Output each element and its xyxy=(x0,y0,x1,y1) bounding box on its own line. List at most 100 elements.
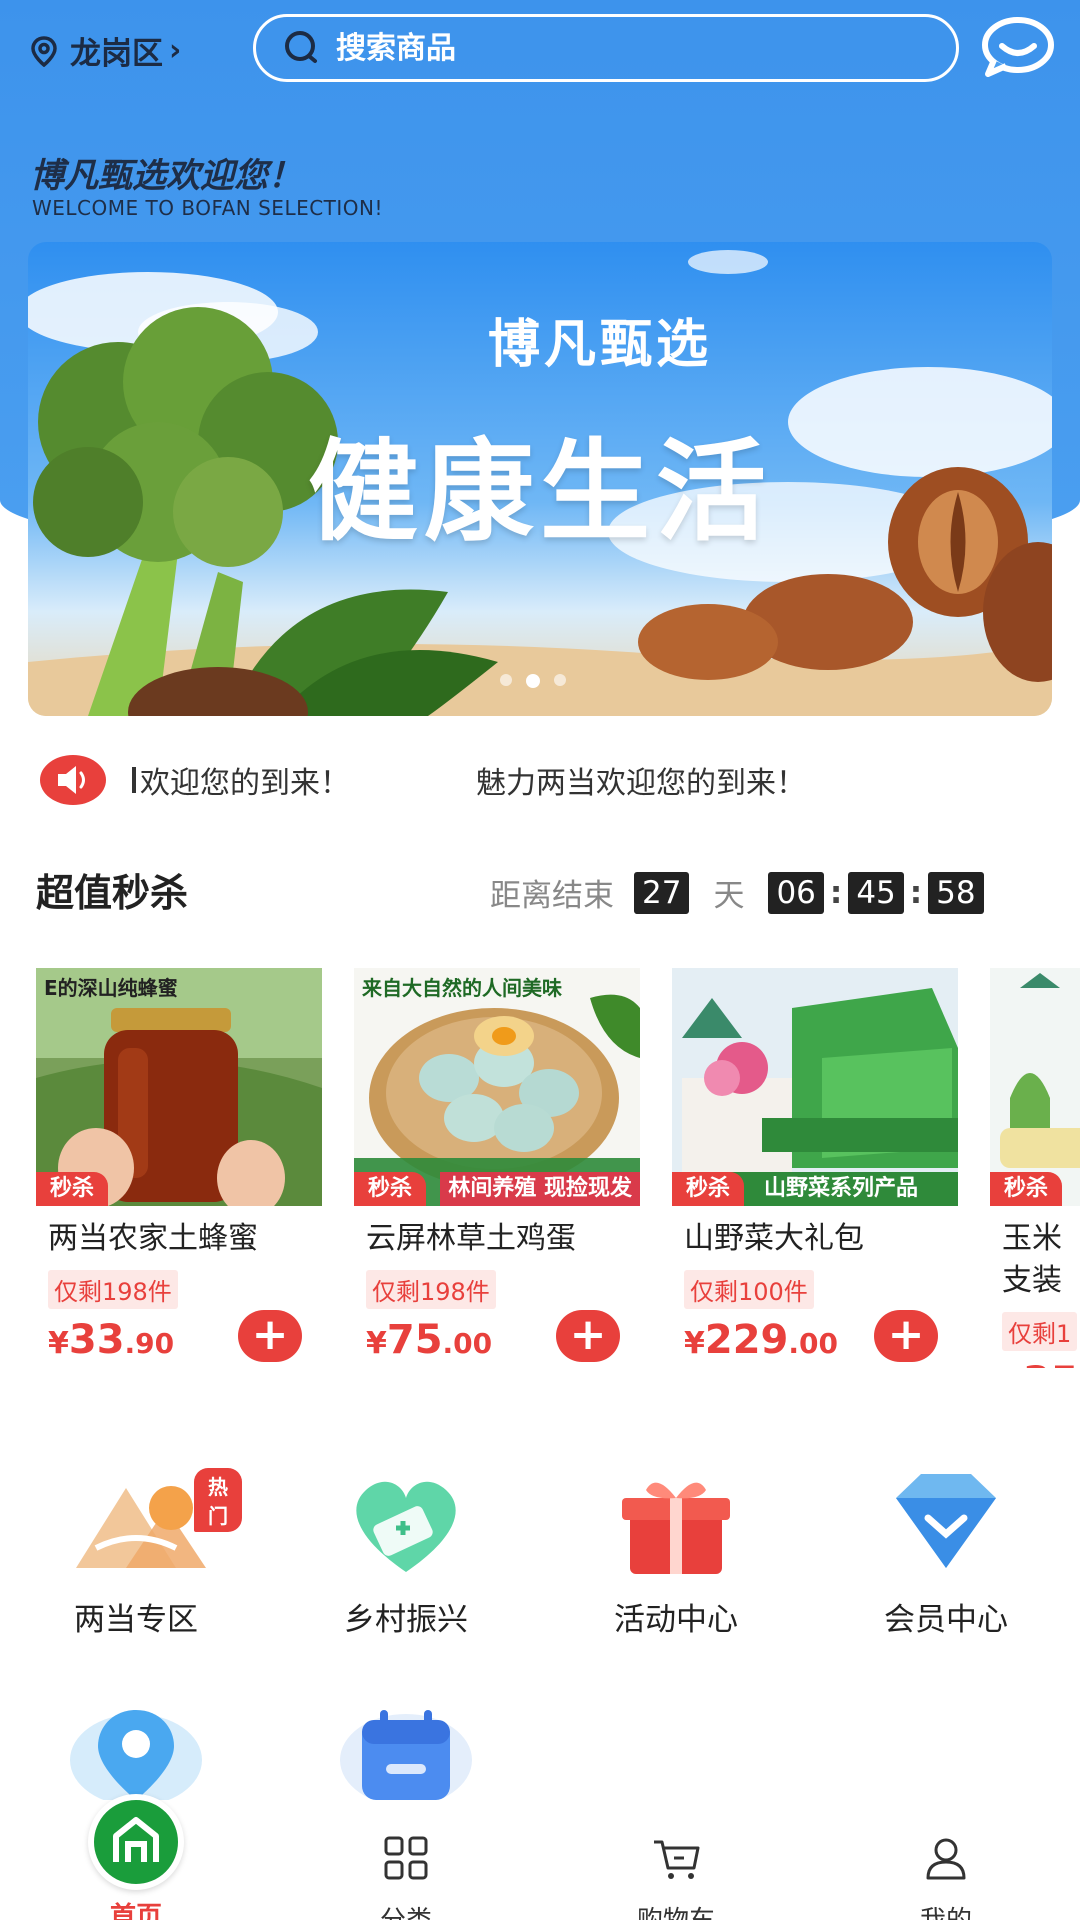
tab-mine[interactable]: 我的 xyxy=(846,1800,1046,1920)
seckill-tag: 秒杀 xyxy=(36,1172,109,1206)
chat-icon[interactable] xyxy=(980,16,1056,78)
product-remaining: 仅剩198件 xyxy=(48,1270,178,1309)
category-label: 会员中心 xyxy=(884,1602,1008,1638)
tab-cart[interactable]: 购物车 xyxy=(576,1800,776,1920)
speaker-icon xyxy=(40,755,106,805)
carousel-dot[interactable] xyxy=(554,674,566,686)
notice-divider xyxy=(132,767,136,793)
product-card[interactable]: 来自大自然的人间美味 林间养殖 现捡现发 秒杀 云屏林草土鸡蛋 仅剩198件 ¥… xyxy=(354,968,640,1363)
product-remaining: 仅剩100件 xyxy=(684,1270,814,1309)
category-liangdang-zone[interactable]: 热门 两当专区 xyxy=(36,1468,242,1639)
tab-label: 分类 xyxy=(306,1900,506,1920)
countdown-label: 距离结束 xyxy=(490,878,614,914)
eggs-image xyxy=(354,968,640,1206)
banner-brand-text: 博凡甄选 xyxy=(487,315,712,375)
location-selector[interactable]: 龙岗区 › xyxy=(28,28,181,73)
welcome-subtitle: WELCOME TO BOFAN SELECTION! xyxy=(32,196,384,220)
countdown-separator: : xyxy=(829,874,843,911)
notice-marquee: 欢迎您的到来！ 魅力两当欢迎您的到来！ xyxy=(140,758,1030,802)
flash-sale-product-list[interactable]: E的深山纯蜂蜜 秒杀 两当农家土蜂蜜 仅剩198件 ¥33.90 + 来自大自然… xyxy=(36,968,1080,1368)
price-currency: ¥ xyxy=(48,1326,69,1361)
notice-item: 欢迎您的到来！ xyxy=(140,766,350,801)
flash-sale-countdown: 距离结束 27 天 06 : 45 : 58 xyxy=(490,870,984,915)
search-icon xyxy=(285,31,317,63)
location-pin-icon xyxy=(31,35,57,67)
diamond-icon xyxy=(876,1468,1016,1578)
product-image[interactable]: 秒杀 xyxy=(990,968,1080,1206)
category-grid-row-2 xyxy=(0,1700,1080,1810)
corn-image xyxy=(990,968,1080,1206)
notice-bar[interactable]: 欢迎您的到来！ 魅力两当欢迎您的到来！ xyxy=(40,752,1060,808)
product-name: 两当农家土蜂蜜 xyxy=(48,1221,258,1256)
tab-home[interactable]: 首页 xyxy=(36,1794,236,1920)
seckill-tag: 秒杀 xyxy=(354,1172,427,1206)
heart-plus-icon xyxy=(336,1468,476,1578)
product-remaining: 仅剩198件 xyxy=(366,1270,496,1309)
search-input[interactable] xyxy=(336,30,896,66)
countdown-seconds: 58 xyxy=(928,871,984,914)
category-rural-revitalization[interactable]: 乡村振兴 xyxy=(306,1468,506,1639)
product-price: ¥35 xyxy=(990,1359,1080,1368)
countdown-days: 27 xyxy=(634,871,690,914)
tab-label: 购物车 xyxy=(576,1900,776,1920)
product-name: 云屏林草土鸡蛋 xyxy=(366,1221,576,1256)
price-currency: ¥ xyxy=(684,1326,705,1361)
gift-icon xyxy=(606,1468,746,1578)
countdown-day-unit: 天 xyxy=(713,878,745,914)
category-activity-center[interactable]: 活动中心 xyxy=(576,1468,776,1639)
countdown-minutes: 45 xyxy=(848,871,904,914)
product-image-caption: E的深山纯蜂蜜 xyxy=(44,976,178,1000)
add-to-cart-button[interactable]: + xyxy=(556,1310,620,1362)
wild-vegetables-image xyxy=(672,968,958,1206)
category-label: 活动中心 xyxy=(614,1602,738,1638)
top-bar: 龙岗区 › xyxy=(0,10,1080,86)
product-card[interactable]: E的深山纯蜂蜜 秒杀 两当农家土蜂蜜 仅剩198件 ¥33.90 + xyxy=(36,968,322,1363)
countdown-separator: : xyxy=(909,874,923,911)
mountain-icon xyxy=(66,1468,206,1578)
product-image-caption: 来自大自然的人间美味 xyxy=(362,976,562,1000)
product-image-strip: 林间养殖 现捡现发 xyxy=(440,1172,640,1206)
seckill-tag: 秒杀 xyxy=(672,1172,745,1206)
price-integer: 75 xyxy=(386,1317,443,1363)
product-name: 山野菜大礼包 xyxy=(684,1221,864,1256)
cart-icon xyxy=(654,1840,700,1879)
product-remaining: 仅剩1 xyxy=(1002,1312,1078,1351)
category-label: 两当专区 xyxy=(74,1602,198,1638)
product-name: 玉米支装 xyxy=(1002,1221,1062,1298)
honey-jar-image xyxy=(36,968,322,1206)
flash-sale-title: 超值秒杀 xyxy=(36,871,189,915)
category-member-center[interactable]: 会员中心 xyxy=(846,1468,1046,1639)
add-to-cart-button[interactable]: + xyxy=(238,1310,302,1362)
banner-headline: 健康生活 xyxy=(308,428,772,556)
search-bar[interactable] xyxy=(253,14,959,82)
hot-badge: 热门 xyxy=(194,1468,242,1532)
grid-icon xyxy=(384,1836,428,1880)
category-label: 乡村振兴 xyxy=(344,1602,468,1638)
tab-label: 我的 xyxy=(846,1900,1046,1920)
tab-label: 首页 xyxy=(109,1902,162,1920)
price-integer: 35 xyxy=(1023,1359,1079,1368)
chevron-right-icon: › xyxy=(169,33,182,68)
category-calendar[interactable] xyxy=(306,1700,506,1810)
countdown-hours: 06 xyxy=(768,871,824,914)
add-to-cart-button[interactable]: + xyxy=(874,1310,938,1362)
product-card[interactable]: 秒杀 玉米支装 仅剩1 ¥35 xyxy=(990,968,1080,1368)
product-image[interactable]: 山野菜系列产品 秒杀 xyxy=(672,968,958,1206)
user-icon xyxy=(926,1838,966,1880)
product-image-strip: 山野菜系列产品 xyxy=(756,1172,927,1206)
carousel-dot[interactable] xyxy=(500,674,512,686)
price-integer: 33 xyxy=(68,1317,125,1363)
product-card[interactable]: 山野菜系列产品 秒杀 山野菜大礼包 仅剩100件 ¥229.00 + xyxy=(672,968,958,1363)
tab-category[interactable]: 分类 xyxy=(306,1800,506,1920)
price-decimal: .00 xyxy=(442,1327,493,1360)
category-grid: 热门 两当专区 乡村振兴 活动中心 会员中心 xyxy=(0,1468,1080,1648)
price-currency: ¥ xyxy=(366,1326,387,1361)
carousel-dot-active[interactable] xyxy=(526,674,540,688)
product-image[interactable]: E的深山纯蜂蜜 秒杀 xyxy=(36,968,322,1206)
promo-banner[interactable]: 博凡甄选 健康生活 xyxy=(28,242,1052,716)
bottom-tab-bar: 首页 分类 购物车 我的 xyxy=(0,1794,1080,1920)
location-label: 龙岗区 xyxy=(70,36,163,72)
home-icon xyxy=(88,1794,184,1890)
price-integer: 229 xyxy=(704,1317,789,1363)
product-image[interactable]: 来自大自然的人间美味 林间养殖 现捡现发 秒杀 xyxy=(354,968,640,1206)
